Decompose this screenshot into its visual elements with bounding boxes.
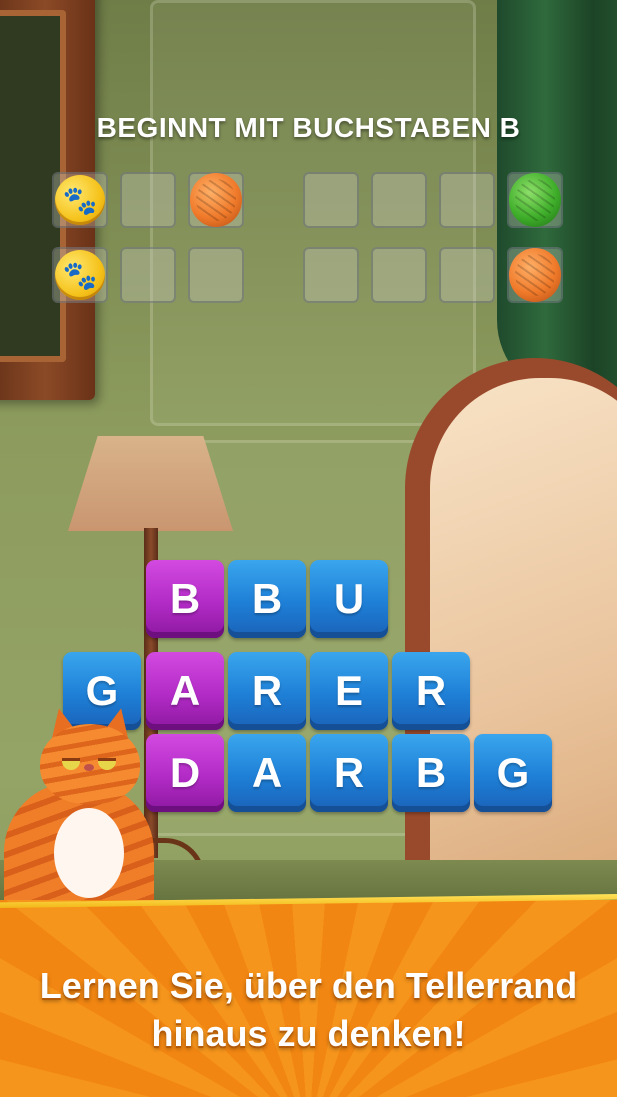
letter-tile[interactable]: B — [146, 560, 224, 638]
yarn-ball-green-icon — [509, 173, 561, 227]
hint-title: BEGINNT MIT BUCHSTABEN B — [96, 112, 521, 143]
answer-slot — [507, 172, 563, 228]
paw-coin-icon: 🐾 — [55, 175, 105, 225]
answer-slot — [439, 247, 495, 303]
answer-slot — [120, 247, 176, 303]
letter-tile[interactable]: R — [228, 652, 306, 730]
letter-tile[interactable]: U — [310, 560, 388, 638]
answer-slot: 🐾 — [52, 172, 108, 228]
cat-eye-left — [62, 758, 80, 770]
answer-slot — [303, 247, 359, 303]
cat-belly — [54, 808, 124, 898]
letter-tile[interactable]: R — [310, 734, 388, 812]
armchair-cushion — [430, 378, 617, 898]
answer-slot — [120, 172, 176, 228]
yarn-ball-orange-icon — [190, 173, 242, 227]
letter-tile[interactable]: B — [392, 734, 470, 812]
letter-tile[interactable]: B — [228, 560, 306, 638]
cat-nose — [84, 764, 94, 771]
yarn-ball-orange-icon — [509, 248, 561, 302]
paw-coin-icon: 🐾 — [55, 250, 105, 300]
cat-eye-right — [98, 758, 116, 770]
answer-slot: 🐾 — [52, 247, 108, 303]
answer-slot — [371, 172, 427, 228]
answer-slot — [439, 172, 495, 228]
answer-slot — [303, 172, 359, 228]
letter-tile[interactable]: G — [474, 734, 552, 812]
promo-line-1: Lernen Sie, über den Tellerrand — [39, 965, 578, 1006]
answer-slot — [507, 247, 563, 303]
cat-mascot — [0, 705, 160, 922]
letter-tile[interactable]: A — [228, 734, 306, 812]
answer-slot — [188, 247, 244, 303]
promo-line-2: hinaus zu denken! — [151, 1013, 466, 1054]
answer-slot — [371, 247, 427, 303]
promo-text: Lernen Sie, über den Tellerrand hinaus z… — [0, 962, 617, 1058]
letter-tile[interactable]: R — [392, 652, 470, 730]
answer-slot — [188, 172, 244, 228]
letter-tile[interactable]: E — [310, 652, 388, 730]
